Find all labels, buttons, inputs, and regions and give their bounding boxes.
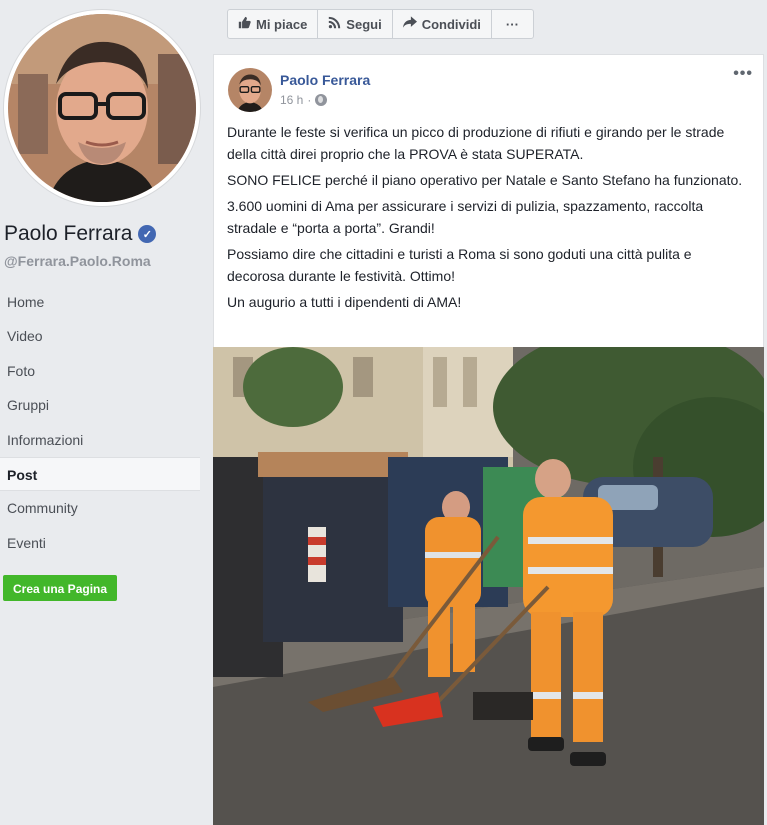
share-arrow-icon [402, 16, 417, 32]
follow-label: Segui [346, 16, 382, 32]
sidebar-item-informazioni[interactable]: Informazioni [0, 423, 200, 457]
sidebar-item-gruppi[interactable]: Gruppi [0, 388, 200, 422]
like-page-button[interactable]: Mi piace [228, 10, 319, 38]
sidebar-item-post[interactable]: Post [0, 456, 200, 492]
profile-picture[interactable] [4, 10, 200, 206]
create-page-button[interactable]: Crea una Pagina [3, 575, 118, 601]
share-button[interactable]: Condividi [393, 10, 492, 38]
sidebar-item-home[interactable]: Home [0, 285, 200, 319]
meta-separator: · [307, 93, 312, 107]
sidebar-nav: Home Video Foto Gruppi Informazioni Post… [0, 285, 200, 560]
post-paragraph: Durante le feste si verifica un picco di… [227, 124, 725, 162]
post-meta: 16 h · [280, 93, 328, 107]
profile-name[interactable]: Paolo Ferrara ✓ [4, 222, 157, 246]
post-author-name[interactable]: Paolo Ferrara [280, 72, 370, 88]
post-text: Durante le feste si verifica un picco di… [227, 121, 752, 317]
follow-button[interactable]: Segui [318, 10, 393, 38]
thumbs-up-icon [238, 16, 251, 32]
post-timestamp[interactable]: 16 h [280, 93, 303, 107]
sidebar-item-eventi[interactable]: Eventi [0, 526, 200, 560]
post-paragraph: Possiamo dire che cittadini e turisti a … [227, 246, 692, 284]
rss-icon [328, 16, 341, 32]
more-dots-icon: ··· [505, 16, 519, 32]
page: Paolo Ferrara ✓ @Ferrara.Paolo.Roma Home… [0, 0, 767, 825]
post-paragraph: SONO FELICE perché il piano operativo pe… [227, 172, 743, 188]
sidebar-item-video[interactable]: Video [0, 319, 200, 353]
avatar [8, 14, 196, 202]
post-author-avatar[interactable] [228, 68, 272, 112]
post-options-icon[interactable]: ••• [733, 65, 753, 83]
profile-name-text: Paolo Ferrara [4, 222, 133, 245]
verified-badge-icon: ✓ [138, 225, 157, 243]
post-paragraph: Un augurio a tutti i dipendenti di AMA! [227, 294, 462, 310]
profile-handle[interactable]: @Ferrara.Paolo.Roma [4, 253, 151, 269]
like-page-label: Mi piace [256, 16, 308, 32]
sidebar: Paolo Ferrara ✓ @Ferrara.Paolo.Roma Home… [0, 0, 212, 825]
post-card: Paolo Ferrara 16 h · ••• Durante le fest… [213, 54, 764, 825]
more-options-button[interactable]: ··· [492, 10, 533, 38]
sidebar-item-community[interactable]: Community [0, 491, 200, 525]
post-photo[interactable] [213, 347, 764, 825]
post-paragraph: 3.600 uomini di Ama per assicurare i ser… [227, 198, 704, 236]
page-action-bar: Mi piace Segui Condividi ··· [227, 9, 534, 39]
globe-icon [315, 94, 328, 106]
sidebar-item-foto[interactable]: Foto [0, 354, 200, 388]
share-label: Condividi [421, 16, 481, 32]
